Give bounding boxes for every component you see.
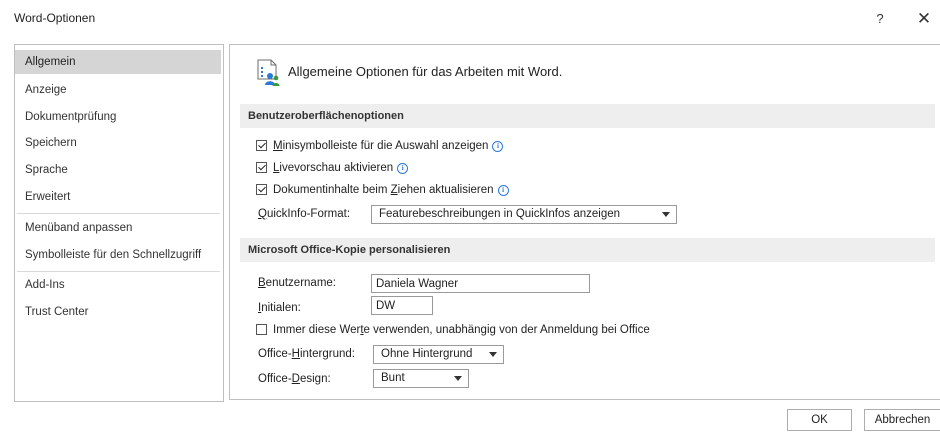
- sidebar-item-anzeige[interactable]: Anzeige: [15, 78, 221, 102]
- section-header-ui-options: Benutzeroberflächenoptionen: [240, 104, 935, 128]
- quickinfo-format-dropdown[interactable]: Featurebeschreibungen in QuickInfos anze…: [371, 205, 677, 224]
- office-background-label: Office-Hintergrund:: [258, 348, 355, 360]
- sidebar-item-menueband-anpassen[interactable]: Menüband anpassen: [15, 216, 221, 240]
- sidebar-item-trust-center[interactable]: Trust Center: [15, 300, 221, 324]
- username-label: Benutzername:: [258, 277, 336, 289]
- checkbox-update-while-dragging[interactable]: [256, 184, 267, 195]
- section-header-personalize: Microsoft Office-Kopie personalisieren: [240, 238, 935, 262]
- dropdown-arrow-icon: [662, 212, 670, 217]
- sidebar-item-sprache[interactable]: Sprache: [15, 158, 221, 182]
- checkbox-always-use-values[interactable]: [256, 324, 267, 335]
- option-live-preview[interactable]: Livevorschau aktivieren i: [256, 160, 409, 176]
- sidebar-item-schnellzugriff[interactable]: Symbolleiste für den Schnellzugriff: [15, 243, 221, 267]
- office-design-dropdown[interactable]: Bunt: [373, 369, 469, 388]
- cancel-button[interactable]: Abbrechen: [864, 409, 940, 431]
- main-panel: Allgemeine Optionen für das Arbeiten mit…: [229, 44, 940, 400]
- dropdown-arrow-icon: [454, 376, 462, 381]
- sidebar-item-erweitert[interactable]: Erweitert: [15, 185, 221, 209]
- office-background-dropdown[interactable]: Ohne Hintergrund: [373, 345, 504, 364]
- info-icon[interactable]: i: [492, 141, 504, 152]
- username-input[interactable]: [371, 274, 590, 293]
- sidebar-item-dokumentpruefung[interactable]: Dokumentprüfung: [15, 105, 221, 129]
- quickinfo-label: QuickInfo-Format:: [258, 208, 351, 220]
- close-button[interactable]: ✕: [912, 8, 936, 30]
- title-bar: Word-Optionen ? ✕: [0, 0, 940, 40]
- sidebar-nav: Allgemein Anzeige Dokumentprüfung Speich…: [14, 44, 224, 402]
- sidebar-divider: [17, 271, 220, 272]
- office-design-label: Office-Design:: [258, 373, 331, 385]
- option-mini-toolbar[interactable]: Minisymbolleiste für die Auswahl anzeige…: [256, 138, 504, 154]
- initials-label: Initialen:: [258, 302, 301, 314]
- page-heading: Allgemeine Optionen für das Arbeiten mit…: [288, 64, 563, 79]
- info-icon[interactable]: i: [397, 163, 409, 174]
- info-icon[interactable]: i: [497, 185, 509, 196]
- general-options-icon: [256, 59, 280, 87]
- ok-button[interactable]: OK: [787, 409, 852, 431]
- help-button[interactable]: ?: [868, 8, 892, 30]
- sidebar-item-allgemein[interactable]: Allgemein: [15, 50, 221, 74]
- checkbox-live-preview[interactable]: [256, 162, 267, 173]
- sidebar-divider: [17, 213, 220, 214]
- initials-input[interactable]: [371, 296, 433, 315]
- option-update-while-dragging[interactable]: Dokumentinhalte beim Ziehen aktualisiere…: [256, 182, 509, 198]
- checkbox-mini-toolbar[interactable]: [256, 140, 267, 151]
- option-always-use-values[interactable]: Immer diese Werte verwenden, unabhängig …: [256, 322, 650, 338]
- sidebar-item-speichern[interactable]: Speichern: [15, 131, 221, 155]
- dropdown-arrow-icon: [489, 352, 497, 357]
- window-title: Word-Optionen: [14, 11, 96, 25]
- sidebar-item-add-ins[interactable]: Add-Ins: [15, 273, 221, 297]
